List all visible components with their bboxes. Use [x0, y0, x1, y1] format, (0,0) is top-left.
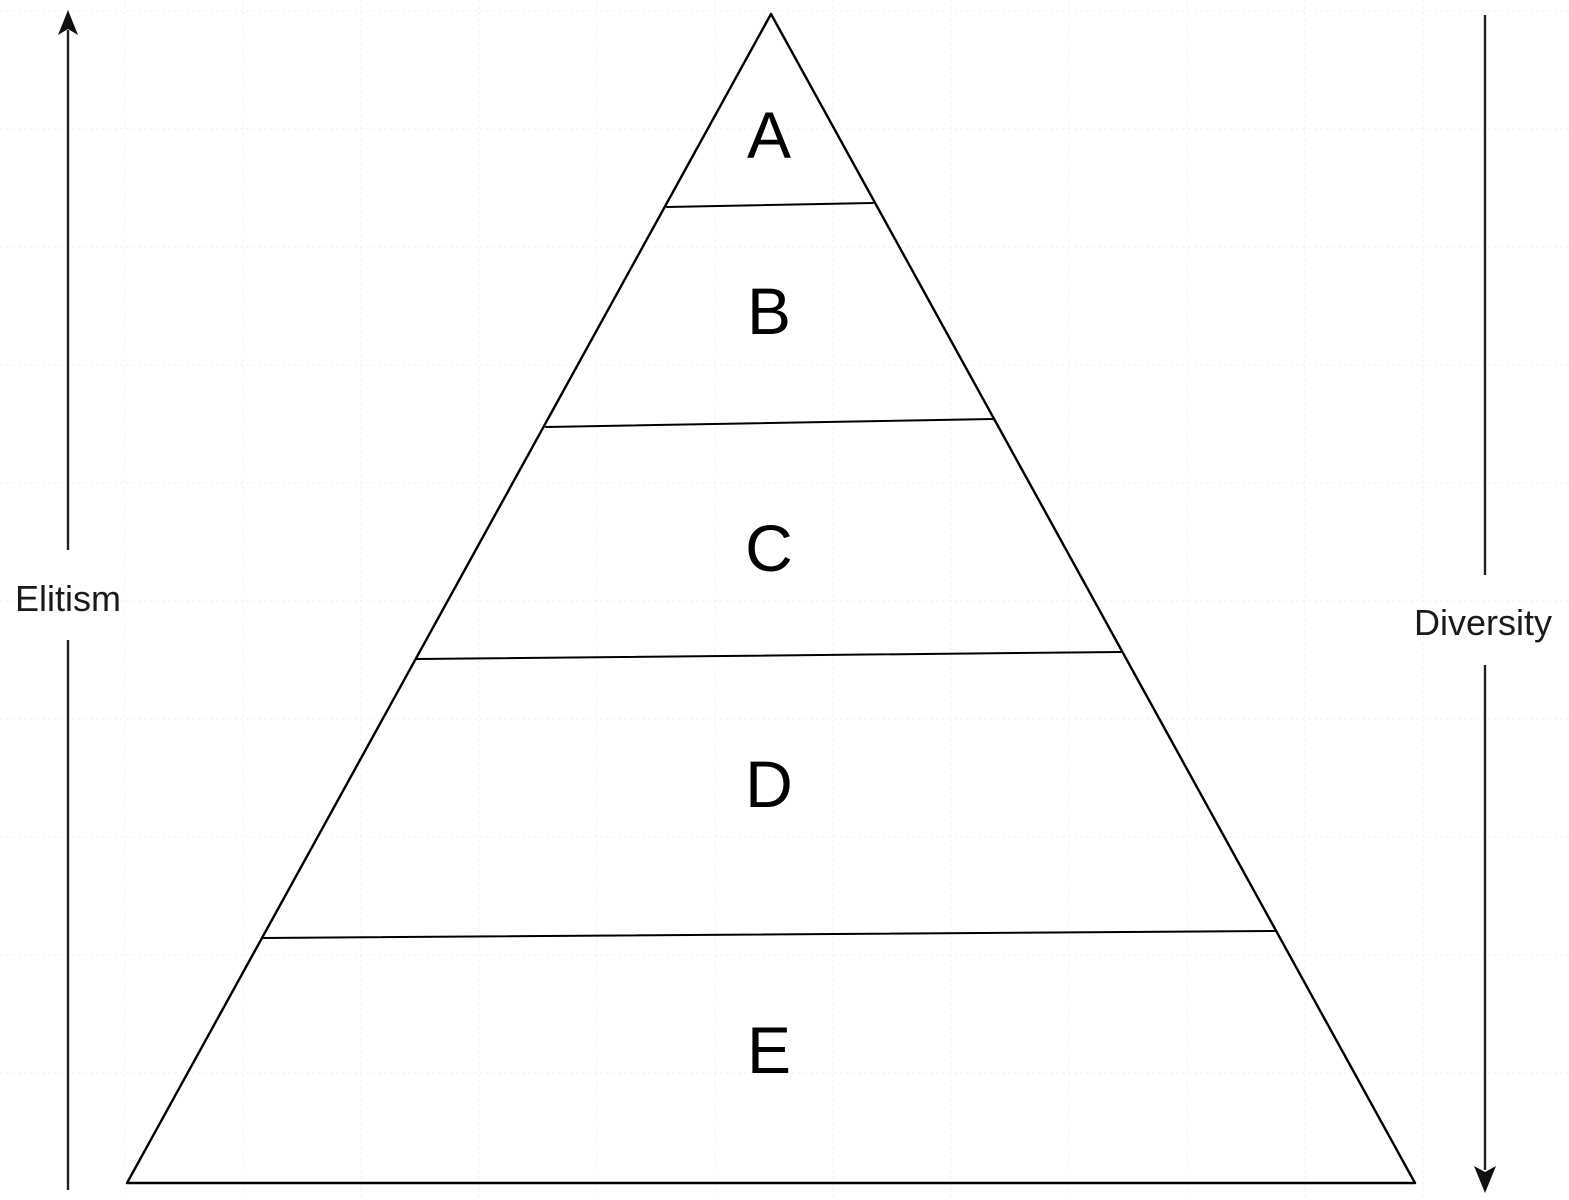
tier-label-b: B — [747, 274, 791, 348]
diversity-axis: Diversity — [1414, 15, 1552, 1193]
tier-label-e: E — [747, 1013, 791, 1087]
arrow-down-icon — [1474, 1166, 1496, 1193]
tier-label-a: A — [747, 98, 791, 172]
divider-c-d — [416, 651, 1123, 660]
tier-label-c: C — [745, 511, 793, 585]
elitism-axis-label: Elitism — [15, 578, 121, 619]
pyramid-outline — [125, 12, 1417, 1185]
divider-d-e — [262, 930, 1276, 939]
pyramid-diagram: A B C D E Elitism Diversity — [0, 0, 1569, 1200]
tier-label-d: D — [745, 747, 793, 821]
elitism-axis: Elitism — [15, 10, 121, 1190]
divider-b-c — [545, 418, 994, 428]
divider-a-b — [666, 202, 874, 208]
diversity-axis-label: Diversity — [1414, 602, 1552, 643]
